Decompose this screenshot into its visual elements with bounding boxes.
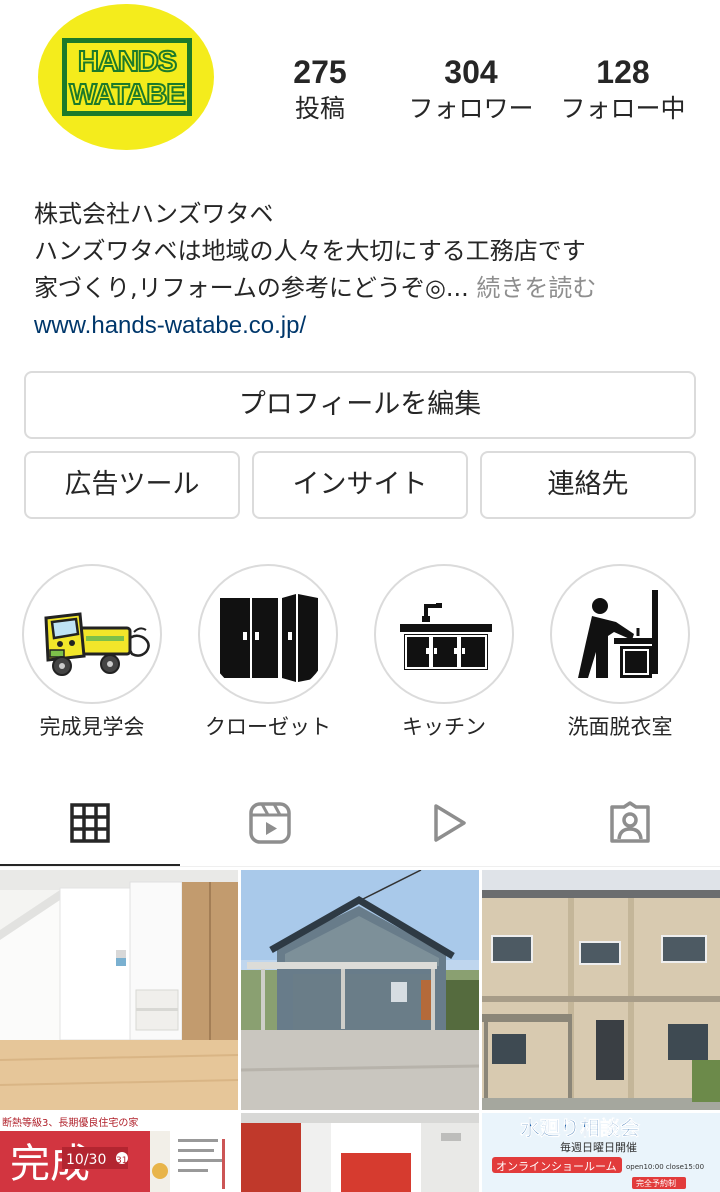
logo-text-watabe: WATABE: [68, 78, 186, 112]
hands-watabe-logo: HANDS WATABE: [62, 38, 192, 116]
followers-count: 304: [444, 54, 498, 90]
flyer-badge-text: 断熱等級3、長期優良住宅の家: [2, 1116, 138, 1129]
profile-avatar[interactable]: HANDS WATABE: [38, 4, 214, 150]
profile-bio: 株式会社ハンズワタベ ハンズワタベは地域の人々を大切にする工務店です 家づくり,…: [34, 196, 694, 344]
post-thumbnail[interactable]: [241, 1113, 479, 1192]
highlight-closet[interactable]: クローゼット: [198, 564, 338, 742]
tab-reels[interactable]: [180, 780, 360, 866]
highlight-ring: [550, 564, 690, 704]
followers-label: フォロワー: [408, 94, 534, 123]
highlight-label: クローゼット: [205, 715, 331, 739]
highlight-label: キッチン: [402, 715, 486, 739]
banner-time: open10:00 close15:00: [626, 1163, 704, 1171]
post-thumbnail[interactable]: 水廻り相談会 毎週日曜日開催 オンラインショールーム open10:00 clo…: [482, 1113, 720, 1192]
bio-line-2: 家づくり,リフォームの参考にどうぞ◎...: [34, 274, 469, 302]
banner-subtitle: 毎週日曜日開催: [560, 1140, 637, 1154]
banner-reserve: 完全予約制: [636, 1178, 676, 1188]
highlight-ring: [198, 564, 338, 704]
highlight-ring: [22, 564, 162, 704]
avatar-logo: HANDS WATABE: [38, 4, 214, 150]
truck-icon: [30, 572, 154, 696]
highlight-open-house[interactable]: 完成見学会: [22, 564, 162, 742]
website-link[interactable]: www.hands-watabe.co.jp/: [34, 307, 694, 344]
bio-line-1: ハンズワタベは地域の人々を大切にする工務店です: [34, 237, 586, 265]
tab-videos[interactable]: [360, 780, 540, 866]
insights-button[interactable]: インサイト: [252, 451, 468, 519]
tab-divider: [0, 866, 720, 867]
read-more-link[interactable]: 続きを読む: [476, 274, 596, 302]
posts-count: 275: [293, 54, 347, 90]
tab-posts-grid[interactable]: [0, 780, 180, 866]
event-banner-image: 水廻り相談会 毎週日曜日開催 オンラインショールーム open10:00 clo…: [482, 1113, 720, 1192]
posts-label: 投稿: [294, 94, 345, 123]
flyer-image: 断熱等級3、長期優良住宅の家 完成 10/30 31: [0, 1113, 238, 1192]
closet-icon: [206, 572, 330, 696]
flyer-date2-text: 31: [116, 1156, 127, 1166]
profile-tabs: [0, 780, 720, 868]
posts-grid: 断熱等級3、長期優良住宅の家 完成 10/30 31 水廻り相談会 毎週日曜日開…: [0, 870, 720, 1192]
edit-profile-button[interactable]: プロフィールを編集: [24, 371, 696, 439]
post-thumbnail[interactable]: [0, 870, 238, 1110]
contact-button[interactable]: 連絡先: [480, 451, 696, 519]
tab-tagged[interactable]: [540, 780, 720, 866]
posts-stat[interactable]: 275 投稿: [270, 52, 370, 126]
house-photo: [241, 870, 479, 1110]
apartment-photo: [482, 870, 720, 1110]
play-icon: [434, 804, 466, 842]
following-stat[interactable]: 128 フォロー中: [550, 52, 696, 126]
interior-photo: [0, 870, 238, 1110]
logo-text-hands: HANDS: [77, 45, 178, 79]
ad-tools-button[interactable]: 広告ツール: [24, 451, 240, 519]
grid-icon: [70, 803, 110, 843]
highlight-washroom[interactable]: 洗面脱衣室: [550, 564, 690, 742]
following-count: 128: [596, 54, 650, 90]
profile-name: 株式会社ハンズワタベ: [34, 200, 274, 228]
banner-title: 水廻り相談会: [520, 1116, 640, 1140]
highlight-kitchen[interactable]: キッチン: [374, 564, 514, 742]
red-interior-photo: [241, 1113, 479, 1192]
post-thumbnail[interactable]: 断熱等級3、長期優良住宅の家 完成 10/30 31: [0, 1113, 238, 1192]
kitchen-icon: [382, 572, 506, 696]
highlight-label: 洗面脱衣室: [567, 715, 673, 739]
banner-showroom: オンラインショールーム: [496, 1160, 617, 1173]
post-thumbnail[interactable]: [482, 870, 720, 1110]
profile-stats: 275 投稿 304 フォロワー 128 フォロー中: [240, 52, 710, 132]
followers-stat[interactable]: 304 フォロワー: [398, 52, 544, 126]
washroom-icon: [558, 572, 682, 696]
highlight-label: 完成見学会: [39, 715, 145, 739]
reels-icon: [249, 802, 291, 844]
highlight-ring: [374, 564, 514, 704]
following-label: フォロー中: [560, 94, 686, 123]
flyer-date-text: 10/30: [66, 1152, 106, 1168]
post-thumbnail[interactable]: [241, 870, 479, 1110]
tagged-person-icon: [610, 801, 650, 843]
bio-line-2-wrap: 家づくり,リフォームの参考にどうぞ◎... 続きを読む: [34, 270, 694, 307]
